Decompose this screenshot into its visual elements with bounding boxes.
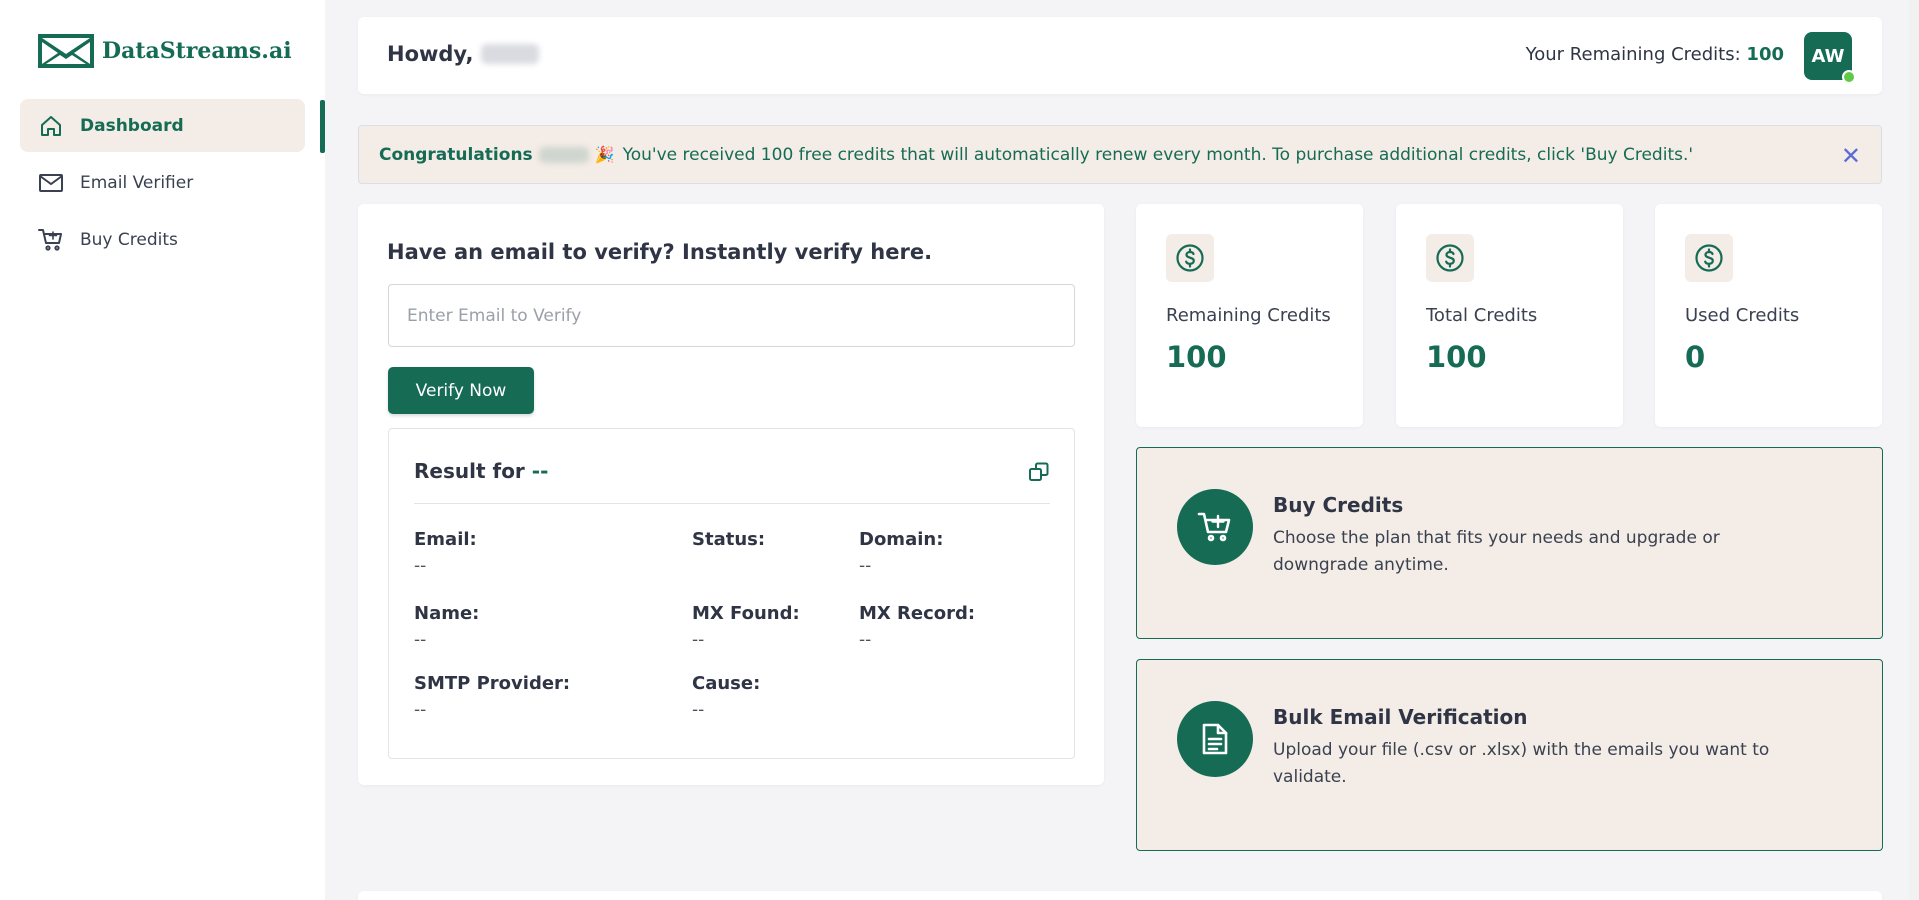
banner-message: You've received 100 free credits that wi… [622,144,1694,165]
avatar-initials: AW [1811,45,1845,67]
greeting: Howdy, [387,42,540,66]
stat-label: Remaining Credits [1166,305,1331,326]
dollar-icon [1426,234,1474,282]
field-email: Email: -- [414,529,477,576]
sidebar-item-label: Dashboard [80,115,184,136]
field-domain: Domain: -- [859,529,943,576]
banner-congrats: Congratulations [379,144,533,165]
stat-value: 100 [1166,340,1227,374]
field-value: -- [692,630,705,650]
stat-remaining-credits: Remaining Credits 100 [1136,204,1363,427]
stat-used-credits: Used Credits 0 [1655,204,1882,427]
stat-value: 100 [1426,340,1487,374]
brand-logo[interactable]: DataStreams.ai [38,34,292,68]
field-value: -- [414,700,427,720]
free-credits-banner: Congratulations 🎉 You've received 100 fr… [358,125,1882,184]
field-status: Status: [692,529,765,556]
field-mx-record: MX Record: -- [859,603,975,650]
action-title: Bulk Email Verification [1273,705,1528,729]
field-value: -- [692,700,705,720]
field-cause: Cause: -- [692,673,760,720]
sidebar-item-label: Buy Credits [80,229,178,250]
buy-credits-card[interactable]: Buy Credits Choose the plan that fits yo… [1136,447,1883,639]
action-desc: Upload your file (.csv or .xlsx) with th… [1273,740,1770,787]
field-label: Email: [414,529,477,550]
stat-label: Used Credits [1685,305,1800,326]
sidebar: DataStreams.ai Dashboard Email Verifier [0,0,325,900]
greeting-text: Howdy, [387,42,474,66]
sidebar-item-buy-credits[interactable]: Buy Credits [20,213,305,266]
mail-icon [38,170,64,196]
sidebar-item-label: Email Verifier [80,172,194,193]
stat-label: Total Credits [1426,305,1538,326]
verify-title: Have an email to verify? Instantly verif… [387,240,933,264]
field-smtp-provider: SMTP Provider: -- [414,673,570,720]
field-label: MX Record: [859,603,976,624]
sidebar-nav: Dashboard Email Verifier Buy Credits [20,99,305,270]
result-panel: Result for -- Email: -- Status: Domain: … [388,428,1075,759]
credits-label: Your Remaining Credits: [1525,44,1741,65]
blurred-user-name [538,146,589,163]
result-divider [414,503,1050,504]
field-label: Name: [414,603,480,624]
document-icon [1177,701,1253,777]
field-label: MX Found: [692,603,800,624]
copy-icon[interactable] [1028,461,1050,483]
credits-value: 100 [1746,44,1784,65]
field-value: -- [859,630,872,650]
result-target: -- [531,459,549,483]
result-title: Result for -- [414,459,548,483]
field-label: Cause: [692,673,761,694]
party-popper-icon: 🎉 [594,145,615,164]
field-label: SMTP Provider: [414,673,571,694]
sidebar-item-dashboard[interactable]: Dashboard [20,99,305,152]
field-name: Name: -- [414,603,479,650]
remaining-credits-summary: Your Remaining Credits: 100 [1526,44,1784,65]
online-status-dot [1842,70,1856,84]
field-value: -- [414,556,427,576]
verify-now-button[interactable]: Verify Now [388,367,534,414]
dollar-icon [1166,234,1214,282]
avatar[interactable]: AW [1804,32,1856,84]
action-title: Buy Credits [1273,493,1404,517]
scrollbar[interactable] [1909,0,1919,900]
field-value: -- [859,556,872,576]
field-mx-found: MX Found: -- [692,603,800,650]
brand-name: DataStreams.ai [102,38,292,64]
dollar-icon [1685,234,1733,282]
cart-icon [38,227,64,253]
blurred-user-name [481,44,540,64]
sidebar-item-email-verifier[interactable]: Email Verifier [20,156,305,209]
cart-plus-icon [1177,489,1253,565]
stat-value: 0 [1685,340,1706,374]
envelope-logo-icon [38,34,94,68]
field-value: -- [414,630,427,650]
top-header: Howdy, Your Remaining Credits: 100 AW [358,17,1882,94]
home-icon [38,113,64,139]
bulk-email-verification-card[interactable]: Bulk Email Verification Upload your file… [1136,659,1883,851]
email-verify-card: Have an email to verify? Instantly verif… [358,204,1104,785]
result-title-label: Result for [414,459,525,483]
field-label: Status: [692,529,766,550]
email-verify-input[interactable] [388,284,1075,347]
close-icon[interactable]: ✕ [1841,142,1861,170]
bottom-card-edge [358,891,1882,900]
active-indicator [320,100,325,153]
action-desc: Choose the plan that fits your needs and… [1273,528,1720,575]
field-label: Domain: [859,529,944,550]
stat-total-credits: Total Credits 100 [1396,204,1623,427]
